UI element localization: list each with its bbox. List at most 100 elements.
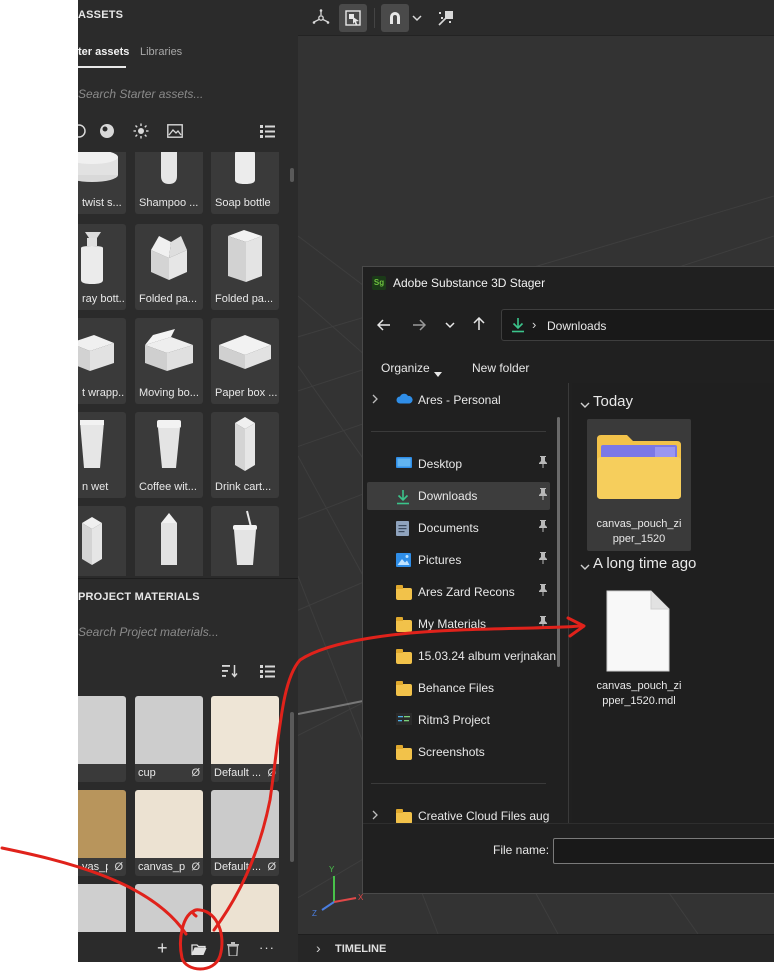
tab-libraries[interactable]: Libraries xyxy=(140,46,182,58)
material-tile[interactable]: vas_p... Ø xyxy=(78,790,126,876)
nav-item-ares-zard-recons[interactable]: Ares Zard Recons xyxy=(367,578,550,606)
assets-scrollbar[interactable] xyxy=(290,168,294,182)
recent-chevron-down-icon[interactable] xyxy=(441,316,459,334)
organize-button[interactable]: Organize xyxy=(381,361,430,375)
folder-icon xyxy=(396,585,412,600)
stager-app-badge: Sg xyxy=(372,276,386,290)
material-tile[interactable]: canvas_p... Ø xyxy=(135,790,203,876)
image-icon[interactable] xyxy=(166,122,184,140)
asset-tile[interactable]: Shampoo ... xyxy=(135,152,203,214)
asset-tile[interactable]: t wrapp... xyxy=(78,318,126,404)
chevron-down-icon[interactable] xyxy=(409,4,425,32)
address-bar[interactable]: › Downloads xyxy=(501,309,774,341)
asset-tile[interactable]: Folded pa... xyxy=(135,224,203,310)
material-null-mark: Ø xyxy=(267,861,276,873)
asset-tile[interactable]: Paper box ... xyxy=(211,318,279,404)
back-arrow-icon[interactable] xyxy=(375,316,393,334)
pin-icon xyxy=(538,520,548,535)
folder-icon xyxy=(396,617,412,632)
list-view-icon[interactable] xyxy=(258,122,276,140)
transform-gizmo-icon[interactable] xyxy=(307,4,335,32)
expand-chevron-icon[interactable] xyxy=(372,809,379,823)
tab-starter-assets[interactable]: ter assets xyxy=(78,46,129,58)
timeline-chevron-icon[interactable]: › xyxy=(316,940,321,956)
organize-dropdown-icon[interactable] xyxy=(434,366,442,380)
pane-splitter[interactable] xyxy=(568,383,569,823)
dialog-footer: File name: xyxy=(363,823,774,893)
asset-tile[interactable] xyxy=(78,506,126,576)
nav-item-documents[interactable]: Documents xyxy=(367,514,550,542)
materials-scrollbar[interactable] xyxy=(290,712,294,862)
asset-tile[interactable]: twist s... xyxy=(78,152,126,214)
command-bar: Organize New folder xyxy=(363,351,774,383)
group-collapse-icon[interactable] xyxy=(580,398,590,412)
group-collapse-icon[interactable] xyxy=(580,560,590,574)
asset-grid: twist s... Shampoo ... Soap bottle ray b… xyxy=(78,152,290,576)
frame-select-icon[interactable] xyxy=(339,4,367,32)
asset-tile[interactable]: n wet xyxy=(78,412,126,498)
magnet-snap-icon[interactable] xyxy=(381,4,409,32)
sort-icon[interactable] xyxy=(221,662,239,680)
nav-item-album-verjnakan[interactable]: 15.03.24 album verjnakan xyxy=(367,642,556,670)
asset-tile[interactable]: Moving bo... xyxy=(135,318,203,404)
nav-item-label: Desktop xyxy=(418,457,463,471)
left-panel: ASSETS ter assets Libraries Search Start… xyxy=(78,0,298,962)
material-null-mark: Ø xyxy=(191,767,200,779)
asset-tile[interactable]: Folded pa... xyxy=(211,224,279,310)
asset-label: Folded pa... xyxy=(139,293,198,305)
asset-tile[interactable]: Coffee wit... xyxy=(135,412,203,498)
asset-tile[interactable] xyxy=(135,506,203,576)
forward-arrow-icon[interactable] xyxy=(410,316,428,334)
cloud-icon xyxy=(396,393,413,407)
nav-item-behance-files[interactable]: Behance Files xyxy=(367,674,550,702)
material-tile[interactable] xyxy=(135,884,203,932)
material-tile[interactable]: Default ... Ø xyxy=(211,790,279,876)
file-item-mdl[interactable]: canvas_pouch_zi pper_1520.mdl xyxy=(587,585,691,709)
materials-list-view-icon[interactable] xyxy=(258,662,276,680)
nav-scrollbar[interactable] xyxy=(557,417,560,667)
folder-icon xyxy=(396,809,412,824)
nav-item-ritm3-project[interactable]: Ritm3 Project xyxy=(367,706,550,734)
navigation-pane: Ares - Personal Desktop Downloads Docume… xyxy=(363,383,568,824)
material-tile[interactable]: Default ... Ø xyxy=(211,696,279,782)
nav-item-label: Pictures xyxy=(418,553,462,567)
magic-select-icon[interactable] xyxy=(432,4,460,32)
nav-item-label: 15.03.24 album verjnakan xyxy=(418,649,557,663)
nav-item-screenshots[interactable]: Screenshots xyxy=(367,738,550,766)
material-tile[interactable] xyxy=(78,696,126,782)
pin-icon xyxy=(538,616,548,631)
nav-item-my-materials[interactable]: My Materials xyxy=(367,610,550,638)
asset-tile[interactable]: ray bott... xyxy=(78,224,126,310)
material-tile[interactable] xyxy=(78,884,126,932)
asset-tile[interactable]: Soap bottle xyxy=(211,152,279,214)
file-name-input[interactable] xyxy=(553,838,774,864)
nav-item-ares-personal[interactable]: Ares - Personal xyxy=(367,386,550,414)
materials-search-input[interactable]: Search Project materials... xyxy=(78,625,219,639)
light-sun-icon[interactable] xyxy=(132,122,150,140)
file-item-folder[interactable]: canvas_pouch_zi pper_1520 xyxy=(587,419,691,551)
assets-search-input[interactable]: Search Starter assets... xyxy=(78,87,203,101)
timeline-bar[interactable]: › TIMELINE xyxy=(298,934,774,962)
material-tile[interactable] xyxy=(211,884,279,932)
file-name-line2: pper_1520 xyxy=(612,533,666,545)
material-tile[interactable]: cup Ø xyxy=(135,696,203,782)
new-folder-button[interactable]: New folder xyxy=(472,361,529,375)
open-folder-icon[interactable] xyxy=(190,940,208,958)
viewport-toolbar xyxy=(298,0,774,36)
nav-item-downloads[interactable]: Downloads xyxy=(367,482,550,510)
material-sphere-icon[interactable] xyxy=(98,122,116,140)
asset-tile[interactable]: Drink cart... xyxy=(211,412,279,498)
expand-chevron-icon[interactable] xyxy=(372,393,379,407)
material-label: canvas_p... xyxy=(138,861,185,873)
half-circle-filter-icon[interactable] xyxy=(78,122,88,140)
up-arrow-icon[interactable] xyxy=(470,315,488,333)
nav-item-desktop[interactable]: Desktop xyxy=(367,450,550,478)
asset-tile[interactable] xyxy=(211,506,279,576)
nav-item-pictures[interactable]: Pictures xyxy=(367,546,550,574)
more-options-button[interactable]: ··· xyxy=(259,940,275,955)
breadcrumb-downloads[interactable]: Downloads xyxy=(547,319,606,333)
trash-icon[interactable] xyxy=(224,940,242,958)
tab-underline xyxy=(78,66,126,68)
nav-divider xyxy=(371,783,546,784)
add-material-button[interactable]: + xyxy=(157,938,168,959)
